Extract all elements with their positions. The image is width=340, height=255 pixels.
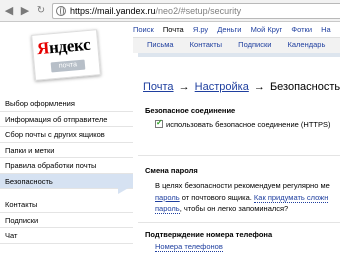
back-icon[interactable]: ◀: [2, 4, 16, 18]
active-item-pointer: [118, 178, 134, 194]
tab-letters[interactable]: Письма: [147, 40, 174, 49]
yandex-mail-logo[interactable]: Яндекс почта: [29, 29, 103, 83]
password-hint-link[interactable]: Как придумать сложн: [253, 192, 329, 203]
forward-icon[interactable]: ▶: [18, 4, 32, 18]
change-password-heading: Смена пароля: [145, 166, 198, 175]
tab-calendar[interactable]: Календарь: [288, 40, 326, 49]
https-label: использовать безопасное соединение (HTTP…: [166, 120, 331, 129]
service-search[interactable]: Поиск: [133, 25, 154, 34]
tab-subscriptions[interactable]: Подписки: [238, 40, 271, 49]
section-divider: [138, 155, 340, 156]
sidebar-item-security[interactable]: Безопасность: [0, 173, 133, 189]
page-title: Безопасность: [269, 81, 340, 93]
tab-contacts[interactable]: Контакты: [190, 40, 222, 49]
service-money[interactable]: Деньги: [217, 25, 241, 34]
service-mail: Почта: [162, 25, 184, 34]
sidebar-item-subscriptions[interactable]: Подписки: [0, 212, 133, 228]
breadcrumb-settings[interactable]: Настройка: [195, 81, 249, 93]
sidebar-item-collect-mail[interactable]: Сбор почты с других ящиков: [0, 127, 133, 143]
sidebar-item-theme[interactable]: Выбор оформления: [0, 96, 133, 112]
browser-address-bar: ◀ ▶ ↻ https://mail.yandex.ru/neo2/#setup…: [0, 0, 340, 22]
service-more[interactable]: На: [321, 25, 331, 34]
https-option[interactable]: использовать безопасное соединение (HTTP…: [155, 118, 331, 129]
service-moikrug[interactable]: Мой Круг: [251, 25, 283, 34]
password-hint-link-cont[interactable]: пароль: [155, 204, 180, 214]
sidebar-item-rules[interactable]: Правила обработки почты: [0, 158, 133, 174]
breadcrumb-mail[interactable]: Почта: [143, 81, 174, 93]
change-password-text: В целях безопасности рекомендуем регуляр…: [155, 181, 330, 214]
services-nav: Поиск Почта Я.ру Деньги Мой Круг Фотки Н…: [133, 25, 338, 34]
breadcrumb: Почта → Настройка → Безопасность: [143, 81, 340, 93]
settings-sidebar: Выбор оформления Информация об отправите…: [0, 96, 133, 244]
phone-confirm-heading: Подтверждение номера телефона: [145, 230, 273, 239]
https-checkbox[interactable]: [155, 118, 163, 128]
sidebar-item-folders[interactable]: Папки и метки: [0, 142, 133, 158]
reload-icon[interactable]: ↻: [34, 4, 48, 18]
url-field[interactable]: https://mail.yandex.ru/neo2/#setup/secur…: [52, 3, 340, 19]
sidebar-item-contacts[interactable]: Контакты: [0, 197, 133, 213]
globe-icon: [56, 6, 66, 16]
mail-tabs: Письма Контакты Подписки Календарь: [147, 40, 339, 49]
change-password-link[interactable]: пароль: [155, 193, 180, 202]
tab-underline: [138, 53, 340, 57]
sidebar-item-chat[interactable]: Чат: [0, 228, 133, 244]
service-fotki[interactable]: Фотки: [291, 25, 312, 34]
url-host: https://mail.yandex.ru: [70, 6, 156, 16]
section-divider: [138, 222, 340, 223]
url-path: /neo2/#setup/security: [155, 6, 242, 16]
service-yaru[interactable]: Я.ру: [193, 25, 208, 34]
sidebar-item-sender-info[interactable]: Информация об отправителе: [0, 111, 133, 127]
phone-numbers-link[interactable]: Номера телефонов: [155, 242, 223, 252]
secure-connection-heading: Безопасное соединение: [145, 106, 236, 115]
